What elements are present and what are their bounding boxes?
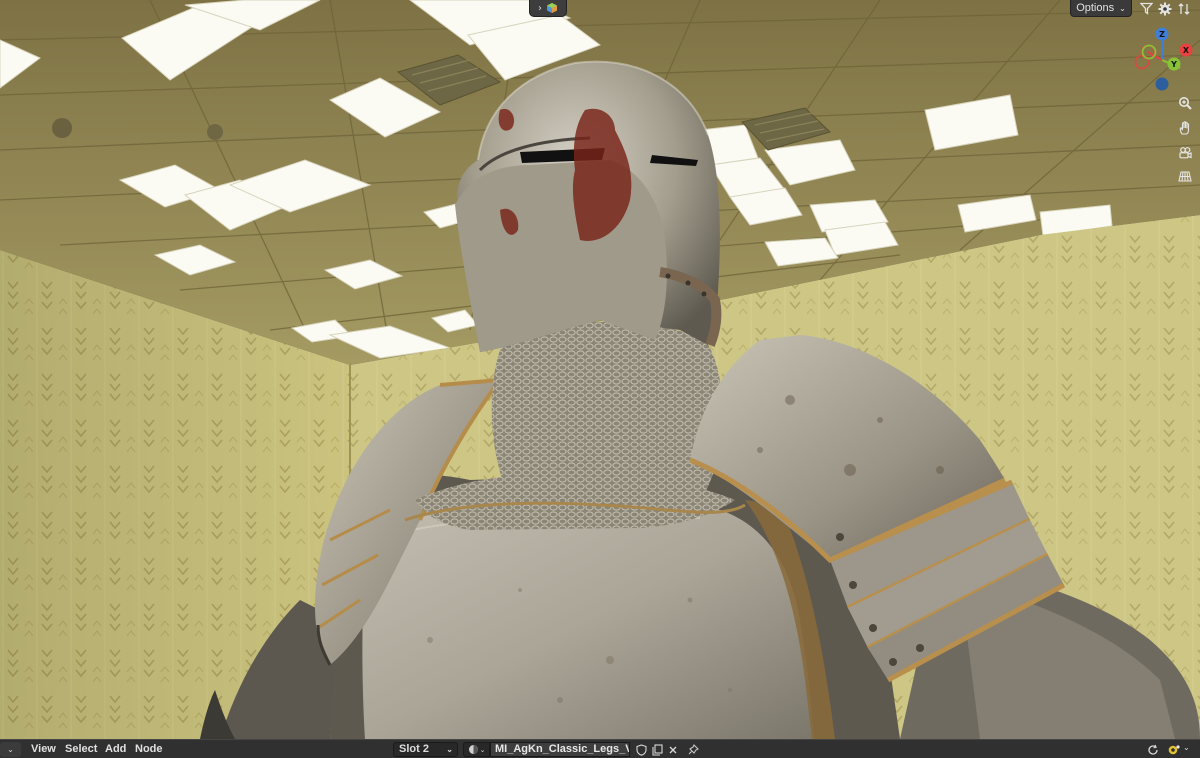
grid-perspective-icon[interactable]: [1174, 165, 1196, 187]
navigation-gizmo[interactable]: Z X Y: [1128, 24, 1198, 94]
editor-type-icon: [546, 0, 558, 18]
viewport-render: [0, 0, 1200, 739]
material-browse-button[interactable]: ⌄: [463, 742, 490, 757]
material-name-field[interactable]: MI_AgKn_Classic_Legs_Var01: [490, 742, 630, 757]
zoom-icon[interactable]: [1174, 92, 1196, 114]
filter-icon[interactable]: [1138, 1, 1154, 17]
hand-pan-icon[interactable]: [1174, 117, 1196, 139]
menu-node[interactable]: Node: [135, 740, 163, 758]
options-dropdown[interactable]: Options ⌄: [1070, 0, 1132, 17]
slot-dropdown[interactable]: Slot 2 ⌄: [393, 742, 458, 757]
overlay-arrows-icon[interactable]: [1176, 1, 1192, 17]
options-label: Options: [1076, 2, 1115, 14]
gizmo-y-label: Y: [1170, 60, 1177, 69]
menu-select[interactable]: Select: [65, 740, 97, 758]
chevron-down-icon: ⌄: [446, 745, 453, 754]
snap-icon[interactable]: [1166, 742, 1182, 757]
camera-icon[interactable]: [1174, 142, 1196, 164]
copy-icon[interactable]: [649, 742, 665, 757]
pin-icon[interactable]: [685, 742, 701, 757]
header-toggle-button[interactable]: ›: [529, 0, 567, 17]
slot-label: Slot 2: [399, 743, 429, 755]
close-icon[interactable]: [665, 742, 681, 757]
gear-icon[interactable]: [1157, 1, 1173, 17]
shield-icon[interactable]: [633, 742, 649, 757]
menu-add[interactable]: Add: [105, 740, 126, 758]
gizmo-x-label: X: [1183, 46, 1190, 55]
3d-viewport[interactable]: › Options ⌄ Z X Y: [0, 0, 1200, 739]
chevron-down-icon: ⌄: [1119, 3, 1126, 13]
editor-type-dropdown[interactable]: ⌄: [0, 742, 21, 757]
shader-editor-header: ⌄ View Select Add Node Slot 2 ⌄ ⌄ MI_AgK…: [0, 739, 1200, 758]
chevron-down-icon: ⌄: [7, 745, 14, 754]
refresh-icon[interactable]: [1145, 742, 1161, 757]
chevron-right-icon: ›: [538, 2, 542, 14]
material-sphere-icon: [468, 745, 478, 754]
menu-view[interactable]: View: [31, 740, 56, 758]
chevron-down-icon[interactable]: ⌄: [1183, 743, 1190, 752]
gizmo-z-label: Z: [1159, 30, 1165, 39]
chevron-down-icon: ⌄: [479, 746, 486, 754]
